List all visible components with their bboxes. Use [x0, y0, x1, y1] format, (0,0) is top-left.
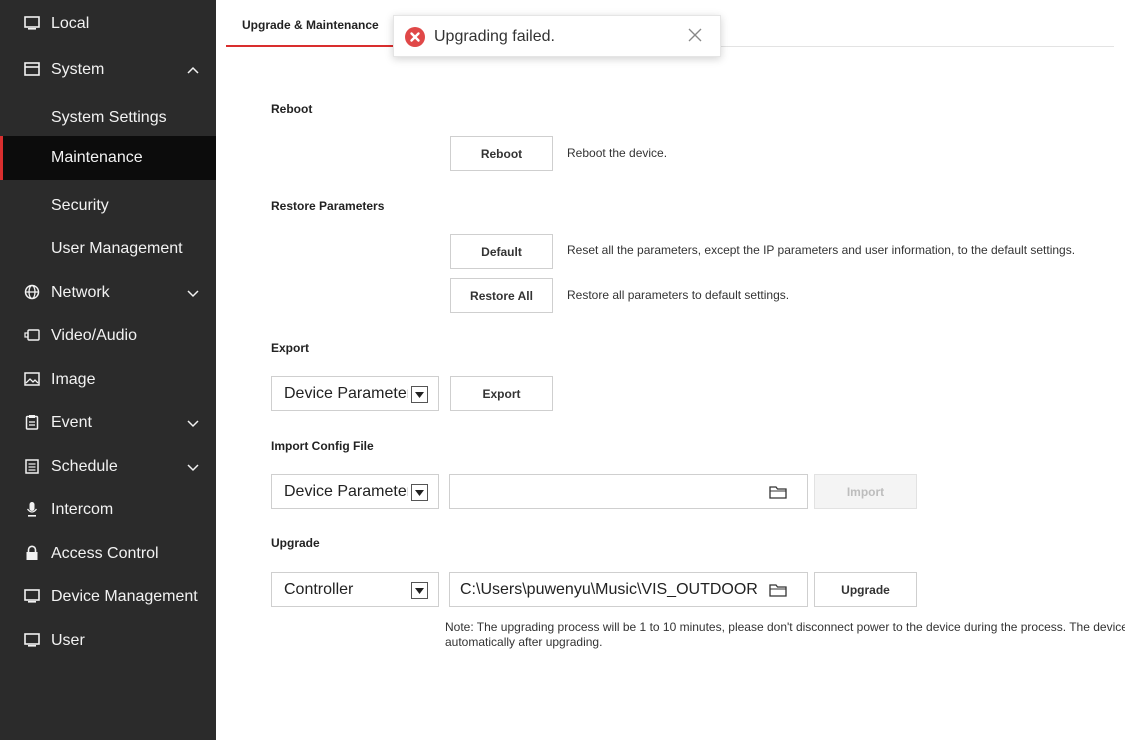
sidebar-item-label: Device Management — [51, 588, 198, 605]
dropdown-arrow-icon — [411, 582, 428, 599]
upgrade-button[interactable]: Upgrade — [814, 572, 917, 607]
sidebar-item-label: Access Control — [51, 545, 159, 562]
sidebar-item-image[interactable]: Image — [0, 358, 216, 402]
clipboard-icon — [25, 415, 39, 430]
upgrade-section-title: Upgrade — [271, 536, 320, 550]
dropdown-arrow-icon — [411, 386, 428, 403]
upgrade-note-line: automatically after upgrading. — [445, 635, 603, 649]
sidebar-item-label: User — [51, 632, 85, 649]
sidebar-item-label: Schedule — [51, 458, 118, 475]
image-icon — [24, 372, 40, 386]
upgrade-note-line: Note: The upgrading process will be 1 to… — [445, 620, 1125, 634]
sidebar-item-access-control[interactable]: Access Control — [0, 532, 216, 576]
import-type-select[interactable]: Device Parameters — [271, 474, 439, 509]
active-tab-indicator — [226, 45, 396, 47]
sidebar-item-label: Video/Audio — [51, 327, 137, 344]
upgrade-note: Note: The upgrading process will be 1 to… — [445, 620, 1125, 650]
monitor-icon — [24, 589, 40, 603]
upgrade-file-input[interactable]: C:\Users\puwenyu\Music\VIS_OUTDOOR — [449, 572, 808, 607]
import-type-value: Device Parameters — [284, 483, 408, 500]
export-type-select[interactable]: Device Parameters — [271, 376, 439, 411]
monitor-icon — [24, 633, 40, 647]
export-type-value: Device Parameters — [284, 385, 408, 402]
sidebar-item-label: System — [51, 61, 105, 78]
sidebar-item-user[interactable]: User — [0, 619, 216, 663]
reboot-section-title: Reboot — [271, 102, 313, 116]
sidebar-item-label: Maintenance — [51, 149, 143, 166]
sidebar-item-label: User Management — [51, 240, 183, 257]
sidebar-item-intercom[interactable]: Intercom — [0, 488, 216, 532]
sidebar-item-label: Network — [51, 284, 110, 301]
sidebar-item-label: Event — [51, 414, 92, 431]
upgrade-type-value: Controller — [284, 581, 354, 598]
reboot-button[interactable]: Reboot — [450, 136, 553, 171]
calendar-icon — [25, 459, 39, 474]
chevron-down-icon — [187, 464, 199, 472]
restore-section-title: Restore Parameters — [271, 199, 385, 213]
main-content: Upgrade & Maintenance Reboot Reboot Rebo… — [216, 0, 1131, 740]
window-icon — [24, 62, 40, 76]
chevron-up-icon — [187, 66, 199, 74]
export-button[interactable]: Export — [450, 376, 553, 411]
folder-icon[interactable] — [769, 583, 787, 597]
dropdown-arrow-icon — [411, 484, 428, 501]
toast-message: Upgrading failed. — [434, 28, 555, 45]
globe-icon — [24, 284, 40, 300]
folder-icon[interactable] — [769, 485, 787, 499]
sidebar-item-event[interactable]: Event — [0, 401, 216, 445]
import-section-title: Import Config File — [271, 439, 374, 453]
sidebar-item-local[interactable]: Local — [0, 2, 216, 46]
default-description: Reset all the parameters, except the IP … — [567, 243, 1076, 257]
sidebar-item-label: System Settings — [51, 109, 167, 126]
sidebar-item-label: Security — [51, 197, 109, 214]
sidebar-item-device-management[interactable]: Device Management — [0, 575, 216, 619]
sidebar-item-system[interactable]: System — [0, 48, 216, 92]
restore-all-description: Restore all parameters to default settin… — [567, 288, 790, 302]
sidebar-item-network[interactable]: Network — [0, 271, 216, 315]
sidebar-item-security[interactable]: Security — [0, 184, 216, 228]
microphone-icon — [26, 502, 38, 517]
sidebar-item-schedule[interactable]: Schedule — [0, 445, 216, 489]
sidebar-item-label: Image — [51, 371, 96, 388]
default-button[interactable]: Default — [450, 234, 553, 269]
video-icon — [24, 329, 40, 341]
sidebar-item-user-management[interactable]: User Management — [0, 227, 216, 271]
upgrade-type-select[interactable]: Controller — [271, 572, 439, 607]
sidebar-item-video-audio[interactable]: Video/Audio — [0, 314, 216, 358]
sidebar-item-label: Intercom — [51, 501, 114, 518]
error-icon — [405, 27, 425, 47]
import-button[interactable]: Import — [814, 474, 917, 509]
monitor-icon — [24, 16, 40, 30]
sidebar-item-system-settings[interactable]: System Settings — [0, 96, 216, 140]
upgrade-file-path: C:\Users\puwenyu\Music\VIS_OUTDOOR — [460, 581, 758, 598]
import-file-input[interactable] — [449, 474, 808, 509]
chevron-down-icon — [187, 290, 199, 298]
tab-upgrade-maintenance[interactable]: Upgrade & Maintenance — [242, 18, 379, 32]
sidebar: Local System System Settings Maintenance… — [0, 0, 216, 740]
reboot-description: Reboot the device. — [567, 146, 668, 160]
chevron-down-icon — [187, 420, 199, 428]
lock-icon — [26, 545, 38, 560]
sidebar-item-maintenance[interactable]: Maintenance — [0, 136, 216, 180]
restore-all-button[interactable]: Restore All — [450, 278, 553, 313]
export-section-title: Export — [271, 341, 310, 355]
close-icon[interactable] — [688, 28, 702, 42]
error-toast: Upgrading failed. — [393, 15, 721, 57]
sidebar-item-label: Local — [51, 15, 90, 32]
